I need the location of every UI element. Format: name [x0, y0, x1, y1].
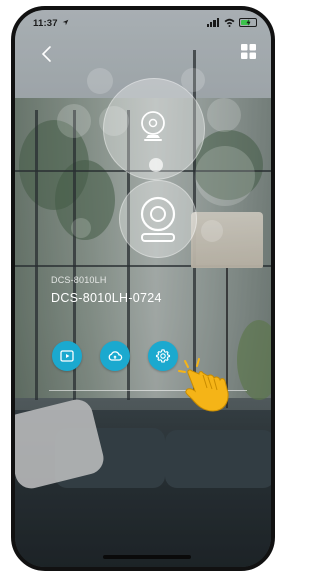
decorative-bubble: [57, 104, 91, 138]
decorative-bubble: [195, 146, 255, 206]
device-name-label: DCS-8010LH-0724: [51, 291, 162, 305]
device-list-grid-button[interactable]: [240, 43, 257, 60]
decorative-bubble: [87, 68, 113, 94]
phone-frame: 11:37 DCS-8010LH DCS-8010LH-0724: [11, 6, 275, 571]
chevron-left-icon: [41, 46, 51, 62]
playback-icon: [60, 350, 74, 362]
settings-button[interactable]: [148, 341, 178, 371]
grid-icon: [241, 44, 256, 59]
status-icons: [207, 18, 257, 27]
cloud-recording-button[interactable]: [100, 341, 130, 371]
settings-gear-icon: [155, 349, 171, 363]
camera-icon: [140, 196, 176, 242]
back-button[interactable]: [37, 44, 57, 64]
cellular-signal-icon: [207, 18, 220, 27]
decorative-bubble: [71, 218, 91, 238]
playback-button[interactable]: [52, 341, 82, 371]
battery-charging-icon: [239, 18, 257, 27]
screen: 11:37 DCS-8010LH DCS-8010LH-0724: [15, 10, 271, 567]
home-indicator: [103, 555, 191, 559]
decorative-bubble: [201, 220, 223, 242]
status-time-text: 11:37: [33, 18, 58, 29]
camera-icon: [141, 111, 165, 141]
cloud-icon: [108, 351, 123, 361]
status-bar: 11:37: [15, 10, 271, 38]
tap-hand-icon: [178, 358, 229, 412]
status-time: 11:37: [33, 18, 69, 29]
device-model-label: DCS-8010LH: [51, 275, 107, 285]
decorative-bubble: [207, 98, 241, 132]
wifi-icon: [224, 18, 235, 27]
location-arrow-icon: [62, 19, 68, 26]
